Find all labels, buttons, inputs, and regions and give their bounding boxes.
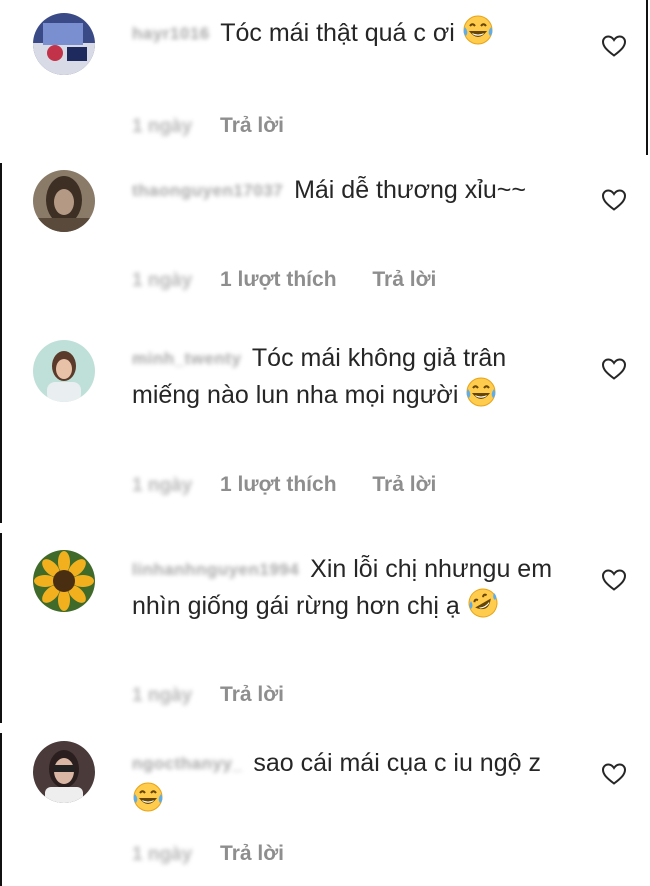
timestamp: 1 ngày [132,270,193,291]
comment-text: ngocthanyy_ sao cái mái cụa c iu ngộ z [132,746,562,818]
heart-outline-icon[interactable] [601,188,627,212]
avatar[interactable] [33,13,95,75]
comment-body: Mái dễ thương xỉu~~ [294,176,526,204]
heart-outline-icon[interactable] [601,34,627,58]
comment-item: ngocthanyy_ sao cái mái cụa c iu ngộ z 1… [0,733,650,886]
heart-outline-icon[interactable] [601,357,627,381]
reply-button[interactable]: Trả lời [220,114,284,137]
avatar[interactable] [33,550,95,612]
comment-meta: 1 ngày 1 lượt thích Trả lời [132,265,436,295]
comment-text: minh_twenty Tóc mái không giả trân miếng… [132,341,562,413]
username[interactable]: hayr1016 [132,16,210,51]
reply-button[interactable]: Trả lời [220,683,284,706]
timestamp: 1 ngày [132,116,193,137]
comment-text: thaonguyen17037 Mái dễ thương xỉu~~ [132,173,562,208]
comment-item: minh_twenty Tóc mái không giả trân miếng… [0,323,650,523]
comment-meta: 1 ngày 1 lượt thích Trả lời [132,470,436,500]
comment-body: sao cái mái cụa c iu ngộ z [253,749,541,777]
comment-meta: 1 ngày Trả lời [132,839,284,869]
username[interactable]: ngocthanyy_ [132,746,242,781]
timestamp: 1 ngày [132,475,193,496]
avatar[interactable] [33,741,95,803]
reply-button[interactable]: Trả lời [220,842,284,865]
username[interactable]: linhanhnguyen1994 [132,552,299,587]
tears-of-joy-emoji [132,781,164,813]
tears-of-joy-emoji [465,376,497,408]
username[interactable]: minh_twenty [132,341,241,376]
avatar[interactable] [33,340,95,402]
avatar[interactable] [33,170,95,232]
timestamp: 1 ngày [132,844,193,865]
reply-button[interactable]: Trả lời [372,473,436,496]
divider-edge [0,323,2,523]
tears-of-joy-emoji [462,14,494,46]
comment-text: linhanhnguyen1994 Xin lỗi chị nhưngu em … [132,552,562,624]
comment-text: hayr1016 Tóc mái thật quá c ơi [132,14,562,51]
comment-body: Tóc mái thật quá c ơi [220,19,455,47]
timestamp: 1 ngày [132,685,193,706]
comment-item: thaonguyen17037 Mái dễ thương xỉu~~ 1 ng… [0,163,650,323]
heart-outline-icon[interactable] [601,568,627,592]
divider-edge [0,733,2,886]
comment-meta: 1 ngày Trả lời [132,680,284,710]
comment-item: hayr1016 Tóc mái thật quá c ơi 1 ngày Tr… [0,0,650,160]
rolling-on-floor-laughing-emoji [467,587,499,619]
divider-edge [0,163,2,323]
username[interactable]: thaonguyen17037 [132,173,283,208]
likes-count[interactable]: 1 lượt thích [220,268,336,291]
comment-item: linhanhnguyen1994 Xin lỗi chị nhưngu em … [0,533,650,723]
likes-count[interactable]: 1 lượt thích [220,473,336,496]
reply-button[interactable]: Trả lời [372,268,436,291]
divider-edge [0,533,2,723]
comment-meta: 1 ngày Trả lời [132,111,284,141]
divider-edge [646,0,648,155]
heart-outline-icon[interactable] [601,762,627,786]
